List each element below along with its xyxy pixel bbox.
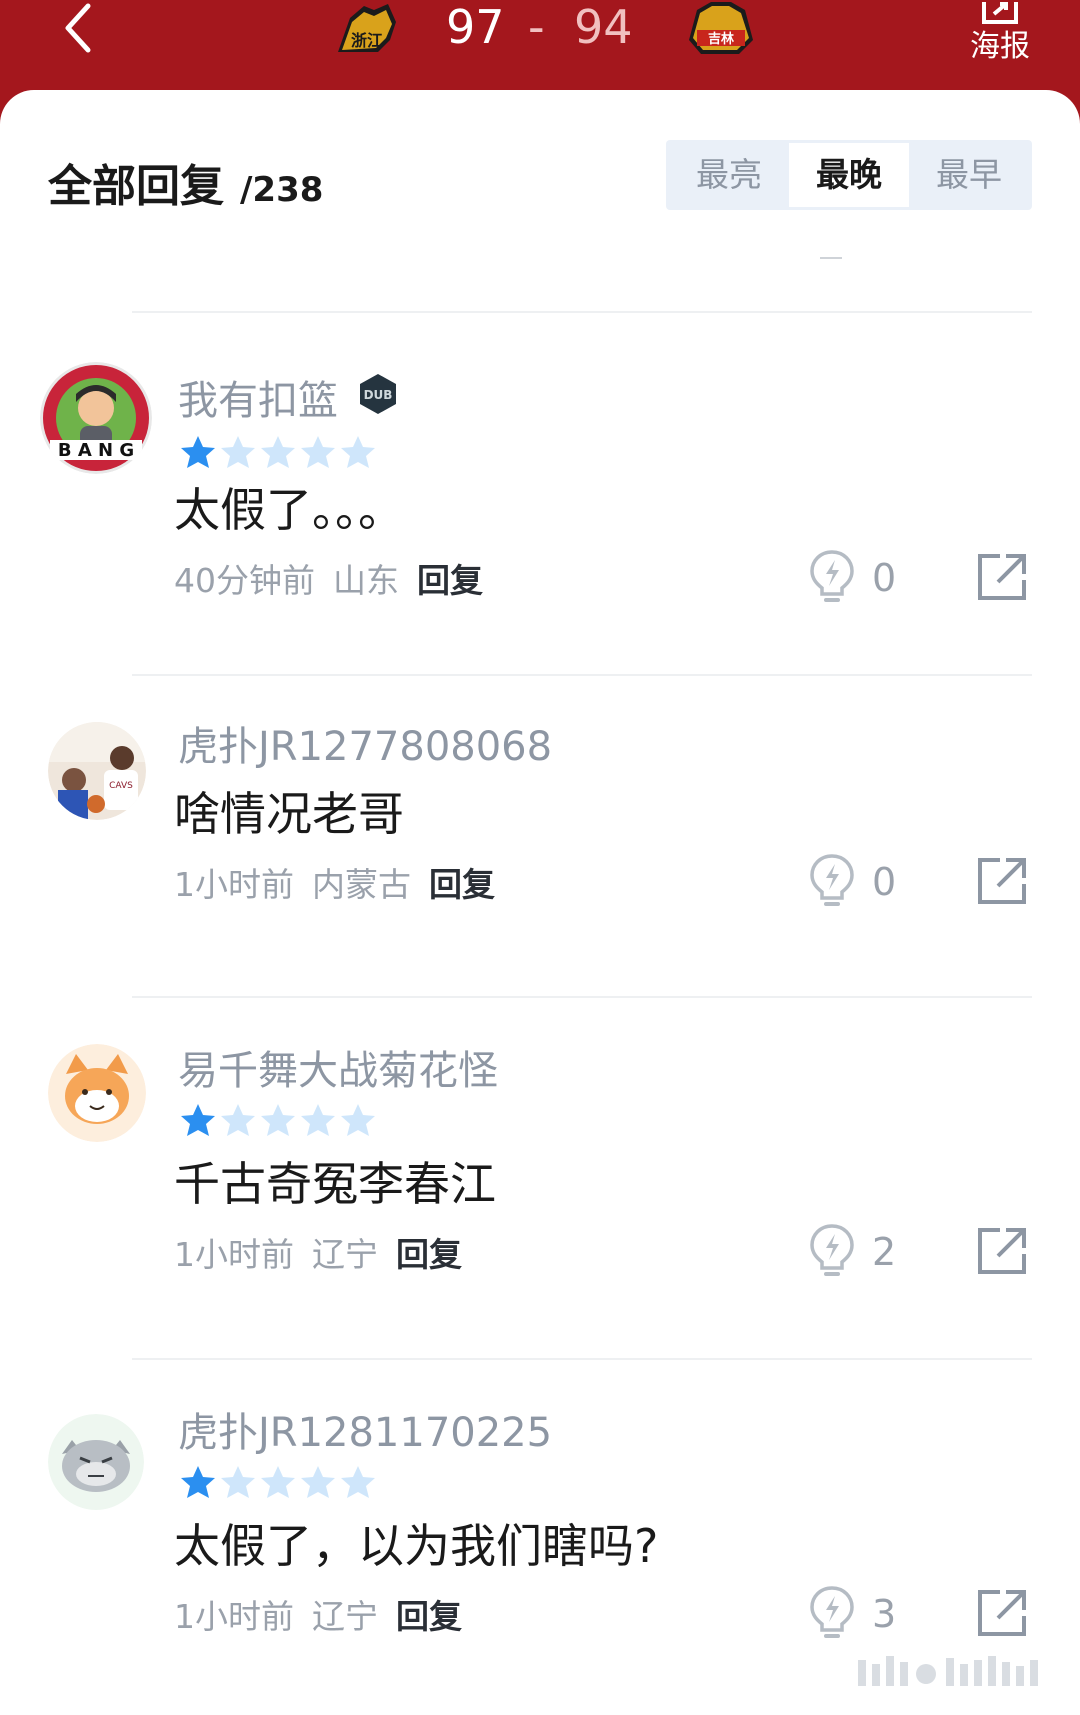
share-icon[interactable] [976, 552, 1028, 602]
comment-location: 内蒙古 [312, 865, 411, 904]
light-bulb-icon[interactable] [808, 852, 856, 908]
username[interactable]: 虎扑JR1277808068 [178, 714, 552, 772]
score-separator: - [528, 0, 545, 54]
back-icon[interactable] [58, 2, 98, 54]
divider [132, 674, 1032, 676]
reply-button[interactable]: 回复 [396, 1597, 462, 1636]
avatar[interactable] [48, 1044, 146, 1142]
star-filled-icon [181, 1466, 215, 1498]
svg-text:CAVS: CAVS [109, 781, 133, 791]
comment-location: 山东 [333, 561, 399, 600]
rating-stars [178, 434, 378, 470]
tab-latest[interactable]: 最晚 [789, 143, 909, 207]
star-empty-icon [341, 1104, 375, 1136]
share-icon[interactable] [976, 856, 1028, 906]
star-empty-icon [221, 436, 255, 468]
comment-time: 1小时前 [174, 1597, 294, 1636]
replies-count: /238 [240, 170, 324, 210]
comment-text: 千古奇冤李春江 [174, 1157, 496, 1211]
poster-icon [982, 2, 1018, 24]
comment-location: 辽宁 [312, 1597, 378, 1636]
avatar[interactable] [48, 1414, 144, 1510]
star-empty-icon [221, 1104, 255, 1136]
star-empty-icon [261, 436, 295, 468]
away-team-logo: 吉林 [689, 2, 753, 54]
comment-time: 1小时前 [174, 1235, 294, 1274]
rating-stars [178, 1464, 378, 1500]
poster-button[interactable]: 海报 [962, 0, 1038, 72]
sort-tabs: 最亮 最晚 最早 [666, 140, 1032, 210]
comment-meta: 1小时前 辽宁 回复 [174, 1590, 480, 1638]
light-count: 3 [872, 1592, 897, 1636]
light-bulb-icon[interactable] [808, 548, 856, 604]
replies-header: 全部回复/238 [48, 150, 324, 212]
tab-earliest[interactable]: 最早 [909, 143, 1029, 207]
reply-button[interactable]: 回复 [396, 1235, 462, 1274]
comment-text: 太假了。。。 [174, 483, 404, 537]
comment-meta: 40分钟前 山东 回复 [174, 554, 501, 602]
svg-text:吉林: 吉林 [708, 31, 734, 47]
svg-text:DUB: DUB [364, 388, 393, 402]
light-bulb-icon[interactable] [808, 1222, 856, 1278]
star-empty-icon [301, 1466, 335, 1498]
light-count: 2 [872, 1230, 897, 1274]
poster-label: 海报 [970, 29, 1030, 64]
scroll-indicator [820, 257, 842, 259]
badge-icon: DUB [360, 374, 396, 414]
svg-text:B A N G: B A N G [58, 440, 134, 461]
svg-text:浙江: 浙江 [351, 31, 383, 50]
comment-text: 啥情况老哥 [174, 787, 404, 841]
star-empty-icon [301, 1104, 335, 1136]
comment-time: 1小时前 [174, 865, 294, 904]
comment-time: 40分钟前 [174, 561, 315, 600]
username[interactable]: 易千舞大战菊花怪 [178, 1038, 498, 1096]
divider [132, 311, 1032, 313]
star-empty-icon [261, 1104, 295, 1136]
reply-button[interactable]: 回复 [417, 561, 483, 600]
avatar[interactable]: B A N G [40, 362, 152, 474]
replies-panel: 全部回复/238 最亮 最晚 最早 B A N G 我有扣篮 DUB 太假了。。… [0, 90, 1080, 1715]
star-empty-icon [221, 1466, 255, 1498]
star-filled-icon [181, 436, 215, 468]
divider [132, 996, 1032, 998]
star-empty-icon [301, 436, 335, 468]
away-score: 94 [574, 0, 633, 54]
watermark-graphic [858, 1656, 1038, 1686]
comment-meta: 1小时前 内蒙古 回复 [174, 858, 513, 906]
star-empty-icon [341, 436, 375, 468]
tab-brightest[interactable]: 最亮 [669, 143, 789, 207]
star-filled-icon [181, 1104, 215, 1136]
light-count: 0 [872, 556, 897, 600]
share-icon[interactable] [976, 1588, 1028, 1638]
username[interactable]: 虎扑JR1281170225 [178, 1400, 552, 1458]
username[interactable]: 我有扣篮 [178, 368, 338, 426]
home-team-logo: 浙江 [338, 4, 396, 52]
replies-title: 全部回复 [48, 161, 224, 212]
light-bulb-icon[interactable] [808, 1584, 856, 1640]
divider [132, 1358, 1032, 1360]
home-score: 97 [446, 0, 505, 54]
avatar[interactable]: CAVS [48, 722, 146, 820]
reply-button[interactable]: 回复 [429, 865, 495, 904]
star-empty-icon [261, 1466, 295, 1498]
star-empty-icon [341, 1466, 375, 1498]
comment-text: 太假了，以为我们瞎吗? [174, 1519, 659, 1573]
comment-meta: 1小时前 辽宁 回复 [174, 1228, 480, 1276]
light-count: 0 [872, 860, 897, 904]
comment-location: 辽宁 [312, 1235, 378, 1274]
rating-stars [178, 1102, 378, 1138]
share-icon[interactable] [976, 1226, 1028, 1276]
